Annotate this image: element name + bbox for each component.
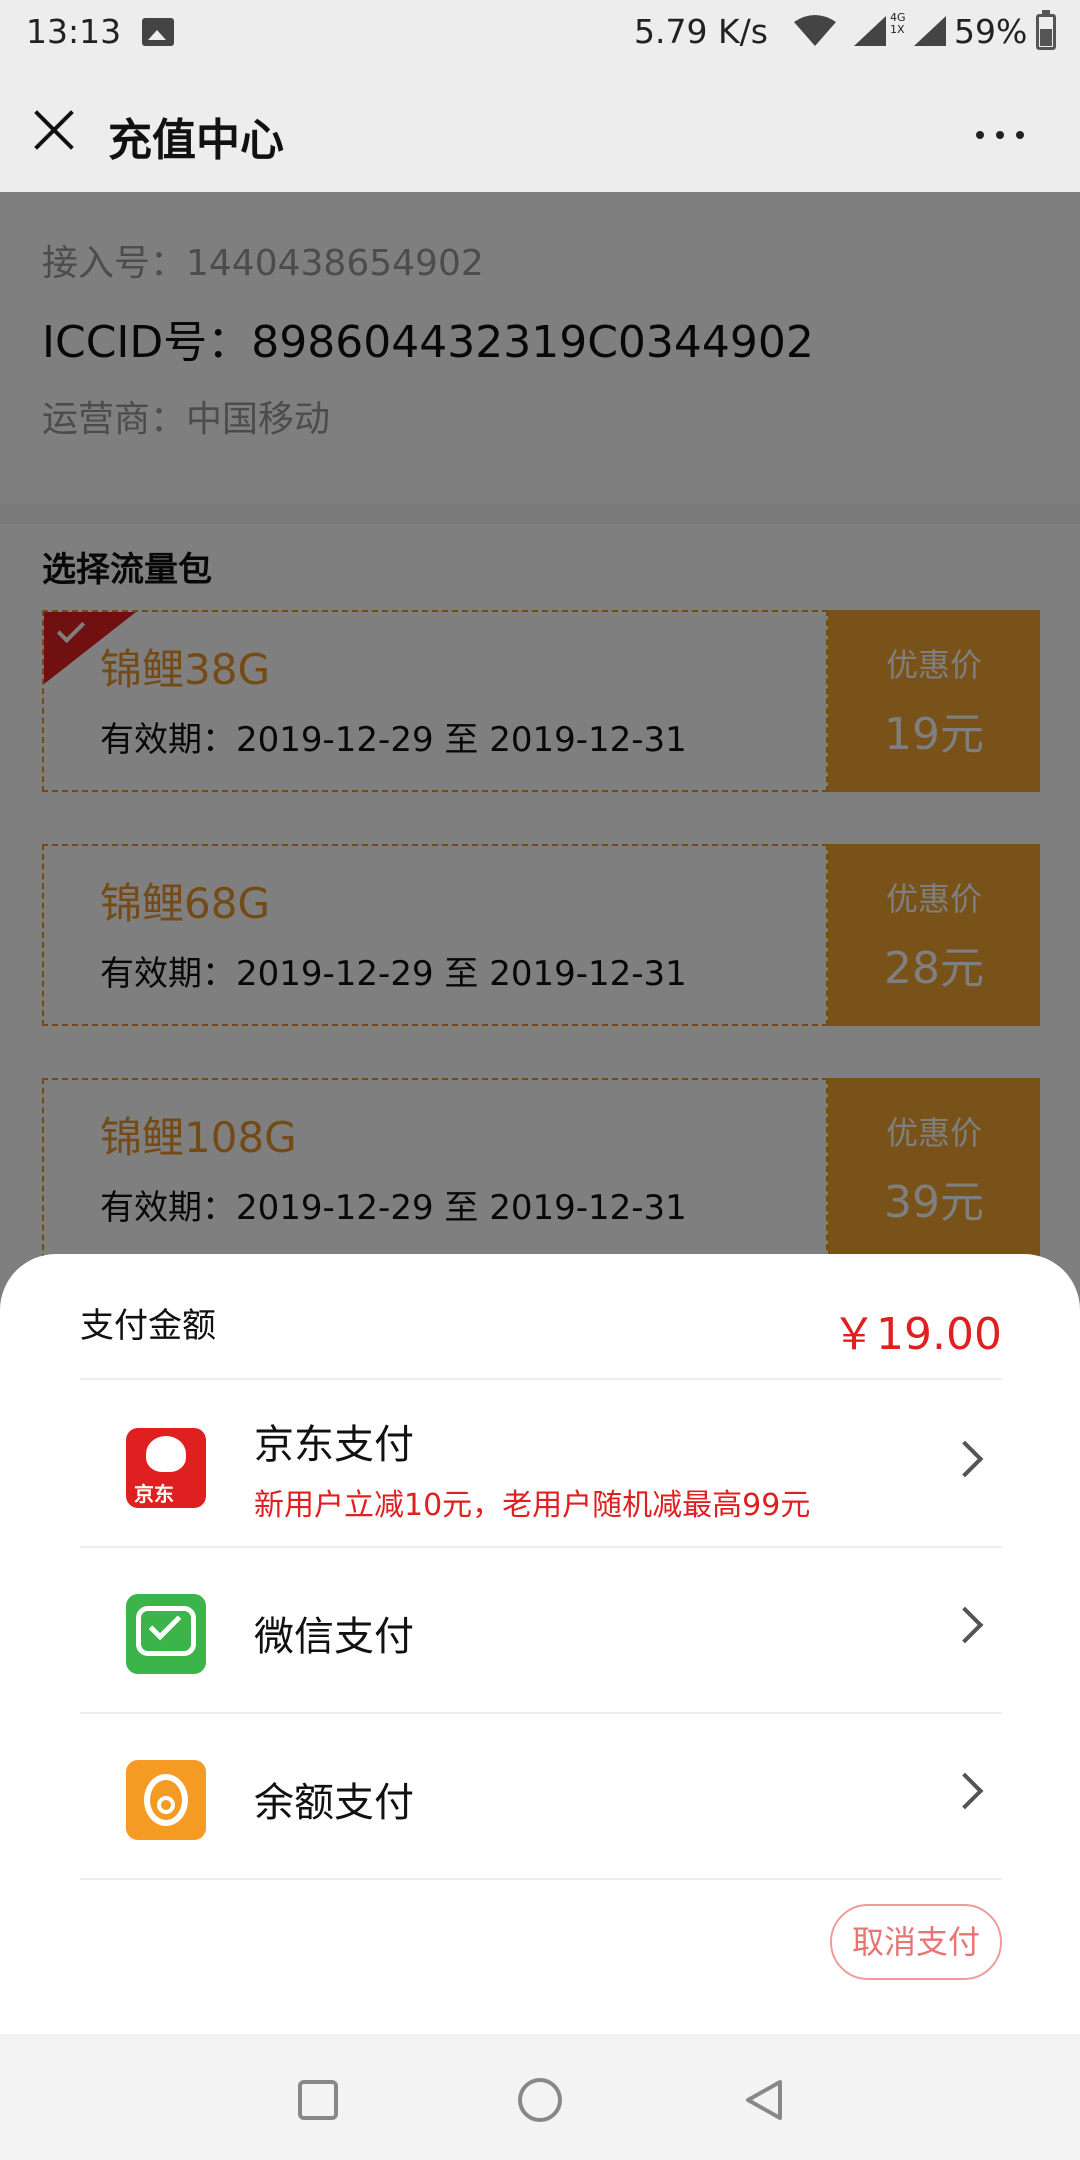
signal-2-icon: [914, 16, 946, 46]
amount-row: 支付金额 ￥19.00: [80, 1254, 1002, 1380]
status-bar: 13:13 5.79 K/s 4G 1X 59%: [0, 0, 1080, 64]
wechat-pay-option[interactable]: 微信支付: [80, 1548, 1002, 1714]
jd-pay-option[interactable]: 京东 京东支付 新用户立减10元，老用户随机减最高99元: [80, 1382, 1002, 1548]
jd-pay-label: 京东支付: [254, 1422, 414, 1468]
jd-icon-text: 京东: [134, 1482, 174, 1506]
status-time: 13:13: [26, 12, 122, 51]
network-speed: 5.79 K/s: [634, 12, 768, 51]
payment-sheet: 支付金额 ￥19.00 京东 京东支付 新用户立减10元，老用户随机减最高99元…: [0, 1254, 1080, 2034]
home-icon[interactable]: [518, 2078, 562, 2122]
more-icon[interactable]: [976, 124, 1036, 139]
back-icon[interactable]: [742, 2078, 786, 2122]
jd-pay-promo: 新用户立减10元，老用户随机减最高99元: [254, 1488, 811, 1523]
network-type-label: 4G 1X: [890, 11, 906, 36]
chevron-right-icon: [946, 1772, 984, 1810]
balance-pay-label: 余额支付: [254, 1780, 414, 1826]
app-header: 充值中心: [0, 64, 1080, 192]
wifi-icon: [794, 15, 836, 46]
close-icon[interactable]: [28, 104, 78, 154]
balance-pay-icon: [126, 1760, 206, 1840]
jd-pay-icon: 京东: [126, 1428, 206, 1508]
signal-icon: [854, 16, 886, 46]
battery-percent: 59%: [954, 12, 1028, 51]
wechat-pay-icon: [126, 1594, 206, 1674]
wechat-pay-label: 微信支付: [254, 1614, 414, 1660]
page-title: 充值中心: [108, 115, 284, 166]
chevron-right-icon: [946, 1440, 984, 1478]
chevron-right-icon: [946, 1606, 984, 1644]
cancel-payment-button[interactable]: 取消支付: [830, 1904, 1002, 1980]
system-nav-bar: [0, 2034, 1080, 2160]
recent-apps-icon[interactable]: [298, 2080, 338, 2120]
amount-value: ￥19.00: [832, 1309, 1002, 1360]
amount-label: 支付金额: [80, 1306, 216, 1346]
image-notification-icon: [142, 18, 174, 46]
balance-pay-option[interactable]: 余额支付: [80, 1714, 1002, 1880]
battery-icon: [1036, 10, 1056, 50]
